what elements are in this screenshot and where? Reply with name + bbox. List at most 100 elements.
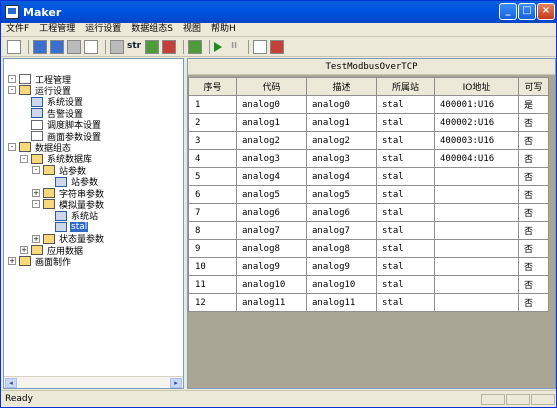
- table-cell[interactable]: 8: [188, 221, 237, 240]
- table-cell[interactable]: 否: [518, 131, 549, 150]
- column-header[interactable]: 序号: [188, 77, 237, 96]
- table-icon[interactable]: [145, 39, 160, 54]
- table-row[interactable]: 6 analog5 analog5 stal 否: [188, 185, 549, 204]
- table-cell[interactable]: analog1: [236, 113, 307, 132]
- table-cell[interactable]: 否: [518, 203, 549, 222]
- scroll-right-arrow-icon[interactable]: ▸: [170, 378, 182, 388]
- menu-item[interactable]: 视图: [178, 23, 206, 36]
- table-cell[interactable]: [434, 185, 519, 204]
- string-tool-button[interactable]: str: [127, 40, 141, 54]
- table-cell[interactable]: analog11: [306, 293, 377, 312]
- table-cell[interactable]: 400002:U16: [434, 113, 519, 132]
- minimize-button[interactable]: _: [499, 3, 517, 20]
- pause-icon[interactable]: II: [227, 40, 241, 54]
- collapse-icon[interactable]: -: [32, 200, 40, 209]
- table-cell[interactable]: 是: [518, 95, 549, 114]
- table-cell[interactable]: 否: [518, 113, 549, 132]
- column-header[interactable]: 可写: [518, 77, 549, 96]
- table-cell[interactable]: stal: [376, 113, 435, 132]
- table-cell[interactable]: analog10: [306, 275, 377, 294]
- list-icon[interactable]: [67, 39, 81, 54]
- table-cell[interactable]: analog6: [306, 203, 377, 222]
- table-row[interactable]: 4 analog3 analog3 stal 400004:U16 否: [188, 149, 549, 168]
- table-cell[interactable]: stal: [376, 293, 435, 312]
- menu-item[interactable]: 工程管理: [34, 23, 80, 36]
- window-icon[interactable]: [50, 39, 64, 54]
- table-cell[interactable]: analog0: [306, 95, 377, 114]
- expand-icon[interactable]: +: [32, 189, 40, 197]
- table-cell[interactable]: analog2: [306, 131, 377, 150]
- table-cell[interactable]: 7: [188, 203, 237, 222]
- menu-item[interactable]: 文件F: [1, 23, 34, 36]
- table-cell[interactable]: [434, 203, 519, 222]
- collapse-icon[interactable]: -: [32, 166, 40, 175]
- table-cell[interactable]: 400003:U16: [434, 131, 519, 150]
- table-cell[interactable]: 10: [188, 257, 237, 276]
- new-file-icon[interactable]: [7, 39, 21, 54]
- table-cell[interactable]: 否: [518, 221, 549, 240]
- table-cell[interactable]: [434, 293, 519, 312]
- table-cell[interactable]: analog3: [306, 149, 377, 168]
- maximize-button[interactable]: □: [518, 3, 536, 20]
- table-cell[interactable]: 1: [188, 95, 237, 114]
- menu-item[interactable]: 运行设置: [80, 23, 126, 36]
- expand-icon[interactable]: +: [8, 257, 16, 266]
- table-row[interactable]: 9 analog8 analog8 stal 否: [188, 239, 549, 258]
- tree-horizontal-scrollbar[interactable]: ◂ ▸: [4, 376, 183, 388]
- table-cell[interactable]: 400004:U16: [434, 149, 519, 168]
- table-cell[interactable]: stal: [376, 185, 435, 204]
- table-cell[interactable]: 400001:U16: [434, 95, 519, 114]
- table-row[interactable]: 2 analog1 analog1 stal 400002:U16 否: [188, 113, 549, 132]
- table-cell[interactable]: 否: [518, 239, 549, 258]
- collapse-icon[interactable]: -: [8, 75, 16, 83]
- table-row[interactable]: 1 analog0 analog0 stal 400001:U16 是: [188, 95, 549, 114]
- table-cell[interactable]: analog6: [236, 203, 307, 222]
- table-cell[interactable]: 9: [188, 239, 237, 258]
- table-cell[interactable]: analog9: [306, 257, 377, 276]
- chart-icon[interactable]: [84, 39, 98, 54]
- table-cell[interactable]: [434, 167, 519, 186]
- expand-icon[interactable]: +: [20, 246, 28, 254]
- table-cell[interactable]: stal: [376, 167, 435, 186]
- books-icon[interactable]: [270, 39, 285, 54]
- column-header[interactable]: 描述: [306, 77, 377, 96]
- table-cell[interactable]: stal: [376, 131, 435, 150]
- table-cell[interactable]: [434, 257, 519, 276]
- table-cell[interactable]: 2: [188, 113, 237, 132]
- table-cell[interactable]: 否: [518, 185, 549, 204]
- table-cell[interactable]: [434, 275, 519, 294]
- collapse-icon[interactable]: -: [20, 154, 28, 163]
- table-cell[interactable]: analog1: [306, 113, 377, 132]
- table-cell[interactable]: [434, 221, 519, 240]
- table-cell[interactable]: 否: [518, 293, 549, 312]
- table-cell[interactable]: analog5: [306, 185, 377, 204]
- table-cell[interactable]: analog8: [306, 239, 377, 258]
- menu-item[interactable]: 帮助H: [206, 23, 241, 36]
- table-cell[interactable]: 6: [188, 185, 237, 204]
- column-header[interactable]: IO地址: [434, 77, 519, 96]
- run-icon[interactable]: [214, 41, 223, 52]
- table-row[interactable]: 3 analog2 analog2 stal 400003:U16 否: [188, 131, 549, 150]
- close-button[interactable]: ×: [537, 3, 555, 20]
- column-header[interactable]: 所属站: [376, 77, 435, 96]
- table-row[interactable]: 7 analog6 analog6 stal 否: [188, 203, 549, 222]
- picture-icon[interactable]: [188, 39, 203, 54]
- table-row[interactable]: 11 analog10 analog10 stal 否: [188, 275, 549, 294]
- table-cell[interactable]: stal: [376, 203, 435, 222]
- table-cell[interactable]: analog4: [306, 167, 377, 186]
- table-cell[interactable]: 否: [518, 275, 549, 294]
- document-icon[interactable]: [253, 39, 268, 54]
- table-cell[interactable]: stal: [376, 221, 435, 240]
- table-cell[interactable]: analog0: [236, 95, 307, 114]
- table-cell[interactable]: stal: [376, 239, 435, 258]
- table-cell[interactable]: 12: [188, 293, 237, 312]
- stack-icon[interactable]: [162, 39, 177, 54]
- table-cell[interactable]: 11: [188, 275, 237, 294]
- table-cell[interactable]: analog10: [236, 275, 307, 294]
- table-cell[interactable]: analog5: [236, 185, 307, 204]
- table-cell[interactable]: 否: [518, 257, 549, 276]
- tree-item[interactable]: + 画面制作: [8, 255, 72, 268]
- table-cell[interactable]: [434, 239, 519, 258]
- menu-item[interactable]: 数据组态S: [126, 23, 178, 36]
- tree-item[interactable]: 系统站: [44, 210, 99, 222]
